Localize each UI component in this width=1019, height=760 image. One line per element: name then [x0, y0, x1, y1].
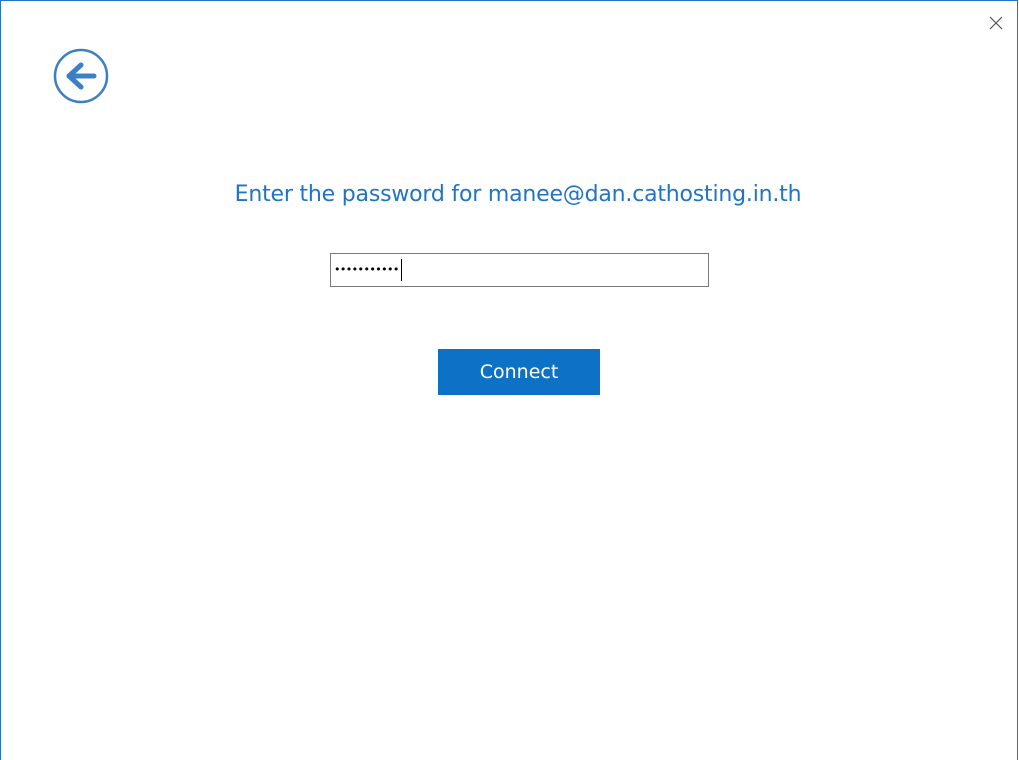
close-icon — [989, 16, 1003, 30]
text-caret — [400, 259, 402, 281]
connect-button[interactable]: Connect — [438, 349, 600, 395]
close-button[interactable] — [987, 14, 1005, 32]
password-input[interactable]: ••••••••••• — [330, 253, 709, 287]
password-prompt: Enter the password for manee@dan.cathost… — [234, 182, 802, 207]
account-setup-dialog: Enter the password for manee@dan.cathost… — [0, 0, 1018, 760]
back-button[interactable] — [53, 48, 109, 104]
password-value: ••••••••••• — [334, 263, 399, 276]
back-arrow-icon — [53, 48, 109, 104]
